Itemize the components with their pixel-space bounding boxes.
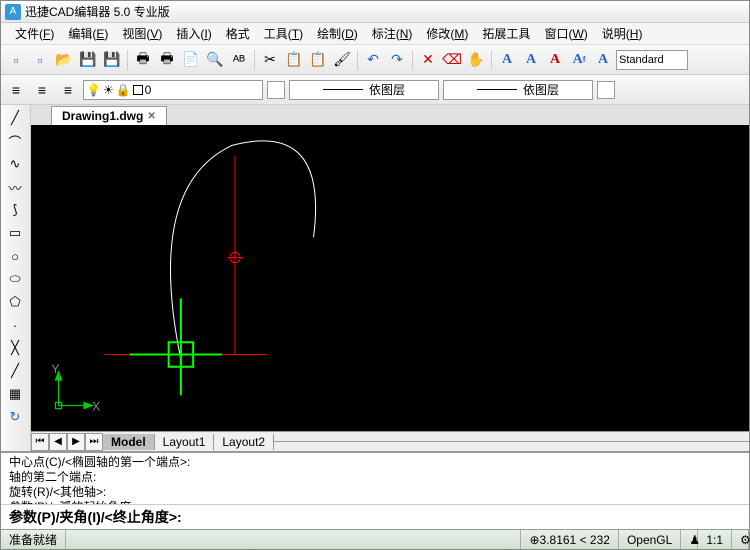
spell-icon[interactable]: ᴬᴮ	[228, 49, 250, 71]
standard-toolbar: ▫ ▫ 📂 💾 💾 🖶 🖶 📄 🔍 ᴬᴮ ✂ 📋 📋 🖌 ↶ ↷ ✕ ⌫ ✋ A…	[1, 45, 749, 75]
match-icon[interactable]: 🖌	[331, 49, 353, 71]
menu-说明[interactable]: 说明(H)	[596, 23, 649, 44]
menu-拓展工具[interactable]: 拓展工具	[476, 23, 536, 44]
plot-icon[interactable]: 📄	[180, 49, 202, 71]
text-a5-icon[interactable]: A	[592, 49, 614, 71]
menu-文件[interactable]: 文件(F)	[9, 23, 60, 44]
layer-name: 0	[145, 83, 152, 97]
layer-prev-icon[interactable]: ≡	[57, 79, 79, 101]
cut-icon[interactable]: ✂	[259, 49, 281, 71]
line-icon[interactable]: ╱	[3, 107, 27, 129]
print-icon[interactable]: 🖶	[132, 49, 154, 71]
rectangle-icon[interactable]: ▭	[3, 222, 27, 244]
svg-text:X: X	[92, 400, 100, 414]
file-tab[interactable]: Drawing1.dwg ✕	[51, 106, 167, 125]
new-sheet-icon[interactable]: ▫	[29, 49, 51, 71]
app-icon: A	[5, 4, 21, 20]
layout-tab-model[interactable]: Model	[103, 434, 155, 450]
status-person-icon[interactable]: ♟	[681, 530, 698, 549]
layout-tabs: ⏮ ◀ ▶ ⏭ ModelLayout1Layout2	[31, 431, 749, 451]
statusbar: 准备就绪 ⊕ 3.8161 < 232 OpenGL ♟ 1:1 ⚙	[1, 529, 749, 549]
refresh-icon[interactable]: ↻	[3, 406, 27, 428]
nav-last-icon[interactable]: ⏭	[85, 433, 103, 451]
polygon-icon[interactable]: ⬠	[3, 291, 27, 313]
color-swatch-2[interactable]	[597, 81, 615, 99]
menu-编辑[interactable]: 编辑(E)	[62, 23, 114, 44]
paste-icon[interactable]: 📋	[307, 49, 329, 71]
layout-tab-layout2[interactable]: Layout2	[214, 434, 274, 450]
new-icon[interactable]: ▫	[5, 49, 27, 71]
arc-icon[interactable]: ⌒	[3, 130, 27, 152]
command-window[interactable]: 中心点(C)/<椭圆轴的第一个端点>:轴的第二个端点:旋转(R)/<其他轴>:参…	[1, 451, 749, 529]
nav-first-icon[interactable]: ⏮	[31, 433, 49, 451]
sun-icon: ☀	[103, 83, 114, 97]
spline-icon[interactable]: ∿	[3, 153, 27, 175]
command-prompt[interactable]: 参数(P)/夹角(I)/<终止角度>:	[1, 504, 749, 529]
close-tab-icon[interactable]: ✕	[147, 111, 155, 122]
ray-icon[interactable]: ╱	[3, 360, 27, 382]
color-swatch[interactable]	[267, 81, 285, 99]
status-scale[interactable]: 1:1	[698, 530, 732, 549]
text-a2-icon[interactable]: A	[520, 49, 542, 71]
layer-state-icon[interactable]: ≡	[31, 79, 53, 101]
layer-mgr-icon[interactable]: ≡	[5, 79, 27, 101]
status-ready: 准备就绪	[1, 530, 66, 549]
construction-line-icon[interactable]: ╳	[3, 337, 27, 359]
find-icon[interactable]: 🔍	[204, 49, 226, 71]
print-preview-icon[interactable]: 🖶	[156, 49, 178, 71]
circle-icon[interactable]: ○	[3, 245, 27, 267]
hatch-icon[interactable]: ▦	[3, 383, 27, 405]
layer-toolbar: ≡ ≡ ≡ 💡 ☀ 🔒 0 依图层 依图层	[1, 75, 749, 105]
pan-icon[interactable]: ✋	[465, 49, 487, 71]
delete-icon[interactable]: ✕	[417, 49, 439, 71]
text-a3-icon[interactable]: A	[544, 49, 566, 71]
lock-icon: 🔒	[116, 83, 131, 97]
copy-icon[interactable]: 📋	[283, 49, 305, 71]
save-icon[interactable]: 💾	[77, 49, 99, 71]
point-icon[interactable]: ·	[3, 314, 27, 336]
draw-toolbar: ╱ ⌒ ∿ 〰 ⟆ ▭ ○ ⬭ ⬠ · ╳ ╱ ▦ ↻	[1, 105, 31, 451]
undo-icon[interactable]: ↶	[362, 49, 384, 71]
nav-next-icon[interactable]: ▶	[67, 433, 85, 451]
text-a1-icon[interactable]: A	[496, 49, 518, 71]
nav-prev-icon[interactable]: ◀	[49, 433, 67, 451]
erase-icon[interactable]: ⌫	[441, 49, 463, 71]
layer-select[interactable]: 💡 ☀ 🔒 0	[83, 80, 263, 100]
menu-工具[interactable]: 工具(T)	[258, 23, 309, 44]
file-tab-strip: Drawing1.dwg ✕	[31, 105, 749, 125]
saveall-icon[interactable]: 💾	[101, 49, 123, 71]
app-title: 迅捷CAD编辑器 5.0 专业版	[25, 3, 170, 20]
drawing-canvas[interactable]: Y X	[31, 125, 749, 431]
titlebar: A 迅捷CAD编辑器 5.0 专业版	[1, 1, 749, 23]
ellipse-icon[interactable]: ⬭	[3, 268, 27, 290]
layer-color-swatch	[133, 85, 143, 95]
lineweight-select[interactable]: 依图层	[443, 80, 593, 100]
open-icon[interactable]: 📂	[53, 49, 75, 71]
status-coords: ⊕ 3.8161 < 232	[521, 530, 618, 549]
status-gear-icon[interactable]: ⚙	[732, 530, 749, 549]
text-style-select[interactable]: Standard	[616, 50, 688, 70]
menu-标注[interactable]: 标注(N)	[366, 23, 419, 44]
menu-视图[interactable]: 视图(V)	[116, 23, 168, 44]
layout-tab-layout1[interactable]: Layout1	[155, 434, 215, 450]
menu-修改[interactable]: 修改(M)	[420, 23, 474, 44]
svg-text:Y: Y	[51, 362, 59, 376]
text-a4-icon[interactable]: Af	[568, 49, 590, 71]
command-history: 中心点(C)/<椭圆轴的第一个端点>:轴的第二个端点:旋转(R)/<其他轴>:参…	[1, 453, 749, 504]
status-render: OpenGL	[619, 530, 681, 549]
menu-插入[interactable]: 插入(I)	[170, 23, 217, 44]
curve-icon[interactable]: ⟆	[3, 199, 27, 221]
polyline-icon[interactable]: 〰	[3, 176, 27, 198]
menu-格式[interactable]: 格式	[220, 23, 256, 44]
redo-icon[interactable]: ↷	[386, 49, 408, 71]
menu-绘制[interactable]: 绘制(D)	[311, 23, 364, 44]
linetype-select[interactable]: 依图层	[289, 80, 439, 100]
menu-窗口[interactable]: 窗口(W)	[538, 23, 593, 44]
bulb-icon: 💡	[86, 83, 101, 97]
menubar: 文件(F)编辑(E)视图(V)插入(I)格式工具(T)绘制(D)标注(N)修改(…	[1, 23, 749, 45]
